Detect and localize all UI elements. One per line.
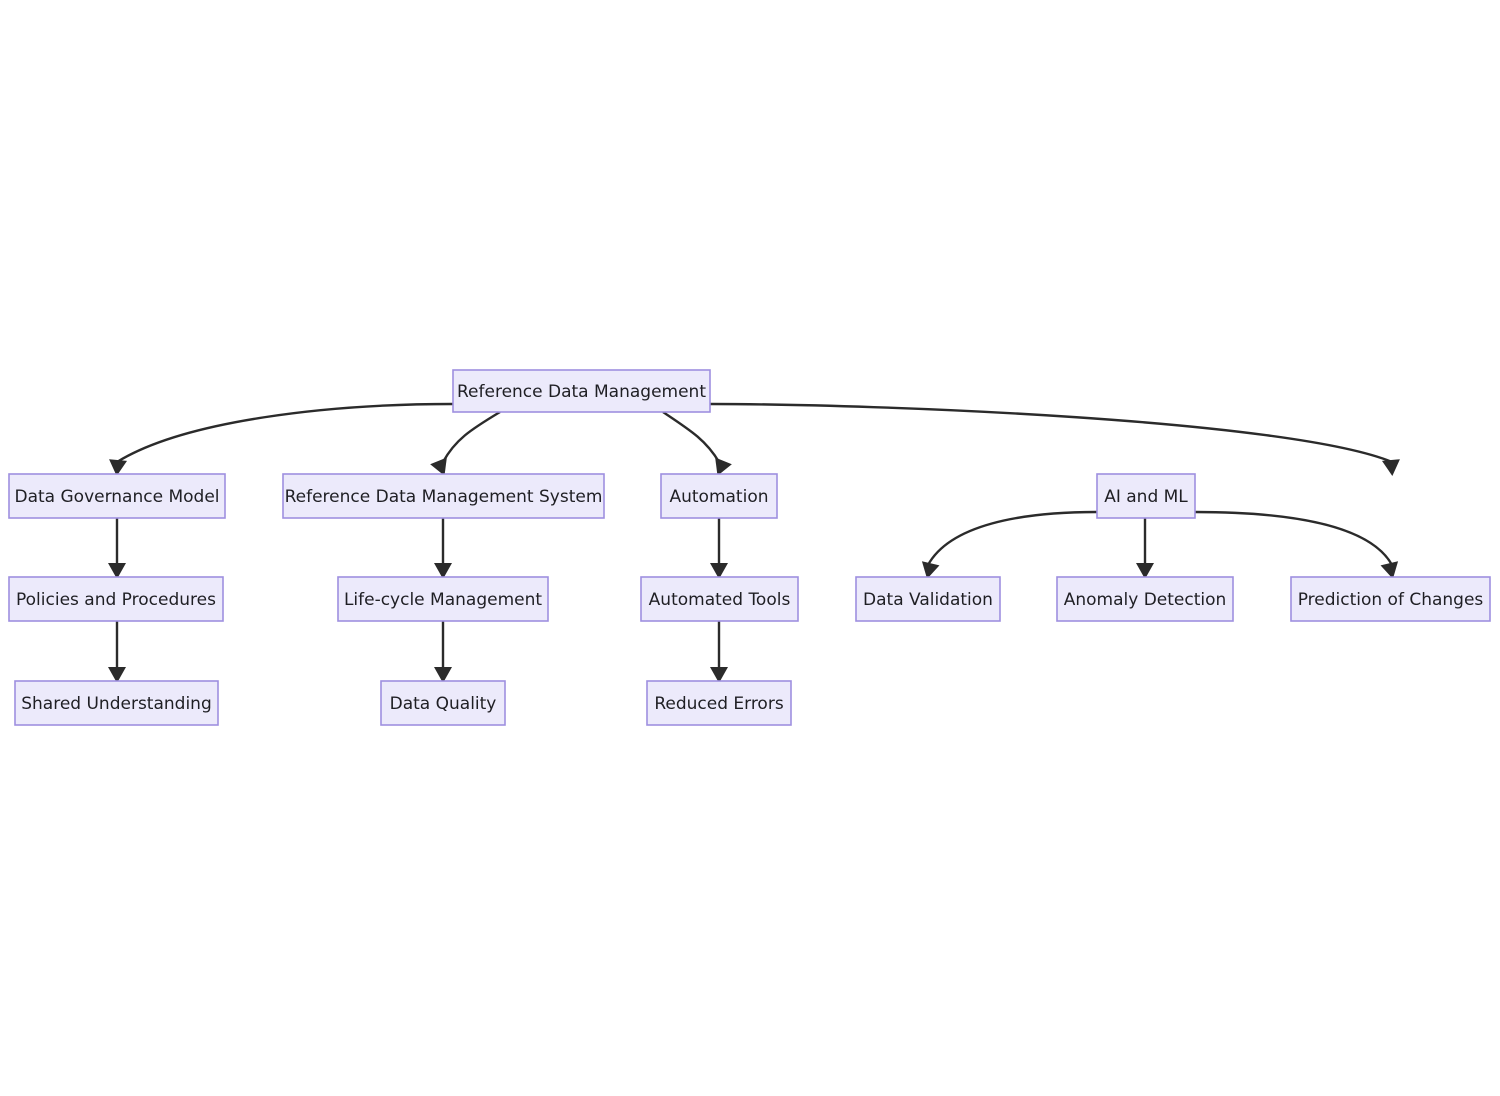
edge-root-to-gov xyxy=(116,402,454,464)
node-auto[interactable]: Automation xyxy=(660,473,778,519)
flowchart-canvas: Reference Data Management Data Governance… xyxy=(0,0,1500,1096)
edges-layer xyxy=(115,402,1394,671)
node-label-shared: Shared Understanding xyxy=(21,694,212,714)
node-label-auto: Automation xyxy=(669,487,768,507)
node-label-lifecycle: Life-cycle Management xyxy=(344,590,542,610)
node-shared[interactable]: Shared Understanding xyxy=(14,680,219,726)
edge-aiml-to-prediction xyxy=(1194,510,1394,566)
edge-root-to-rdms xyxy=(441,410,501,463)
node-label-rdms: Reference Data Management System xyxy=(285,487,603,507)
node-root[interactable]: Reference Data Management xyxy=(452,369,711,413)
edge-root-to-aiml xyxy=(709,402,1393,464)
edge-root-to-auto xyxy=(662,411,721,463)
node-label-anomaly: Anomaly Detection xyxy=(1064,590,1227,610)
node-prediction[interactable]: Prediction of Changes xyxy=(1290,576,1491,622)
node-label-tools: Automated Tools xyxy=(649,590,791,610)
node-label-validation: Data Validation xyxy=(863,590,993,610)
node-aiml[interactable]: AI and ML xyxy=(1096,473,1196,519)
node-label-root: Reference Data Management xyxy=(457,382,706,402)
node-label-gov: Data Governance Model xyxy=(15,487,220,507)
node-gov[interactable]: Data Governance Model xyxy=(8,473,226,519)
reference-data-management-flowchart: Reference Data Management Data Governance… xyxy=(8,369,1491,726)
node-policies[interactable]: Policies and Procedures xyxy=(8,576,224,622)
node-anomaly[interactable]: Anomaly Detection xyxy=(1056,576,1234,622)
node-validation[interactable]: Data Validation xyxy=(855,576,1001,622)
node-tools[interactable]: Automated Tools xyxy=(640,576,799,622)
node-lifecycle[interactable]: Life-cycle Management xyxy=(337,576,549,622)
arrowhead-triangle xyxy=(1381,459,1400,476)
node-rdms[interactable]: Reference Data Management System xyxy=(282,473,605,519)
node-label-aiml: AI and ML xyxy=(1104,487,1188,507)
node-label-errors: Reduced Errors xyxy=(654,694,784,714)
node-quality[interactable]: Data Quality xyxy=(380,680,506,726)
node-label-quality: Data Quality xyxy=(390,694,497,714)
node-label-prediction: Prediction of Changes xyxy=(1298,590,1484,610)
node-errors[interactable]: Reduced Errors xyxy=(646,680,792,726)
node-label-policies: Policies and Procedures xyxy=(16,590,216,610)
arrowhead-e4 xyxy=(1381,459,1400,476)
edge-aiml-to-validation xyxy=(926,510,1098,566)
